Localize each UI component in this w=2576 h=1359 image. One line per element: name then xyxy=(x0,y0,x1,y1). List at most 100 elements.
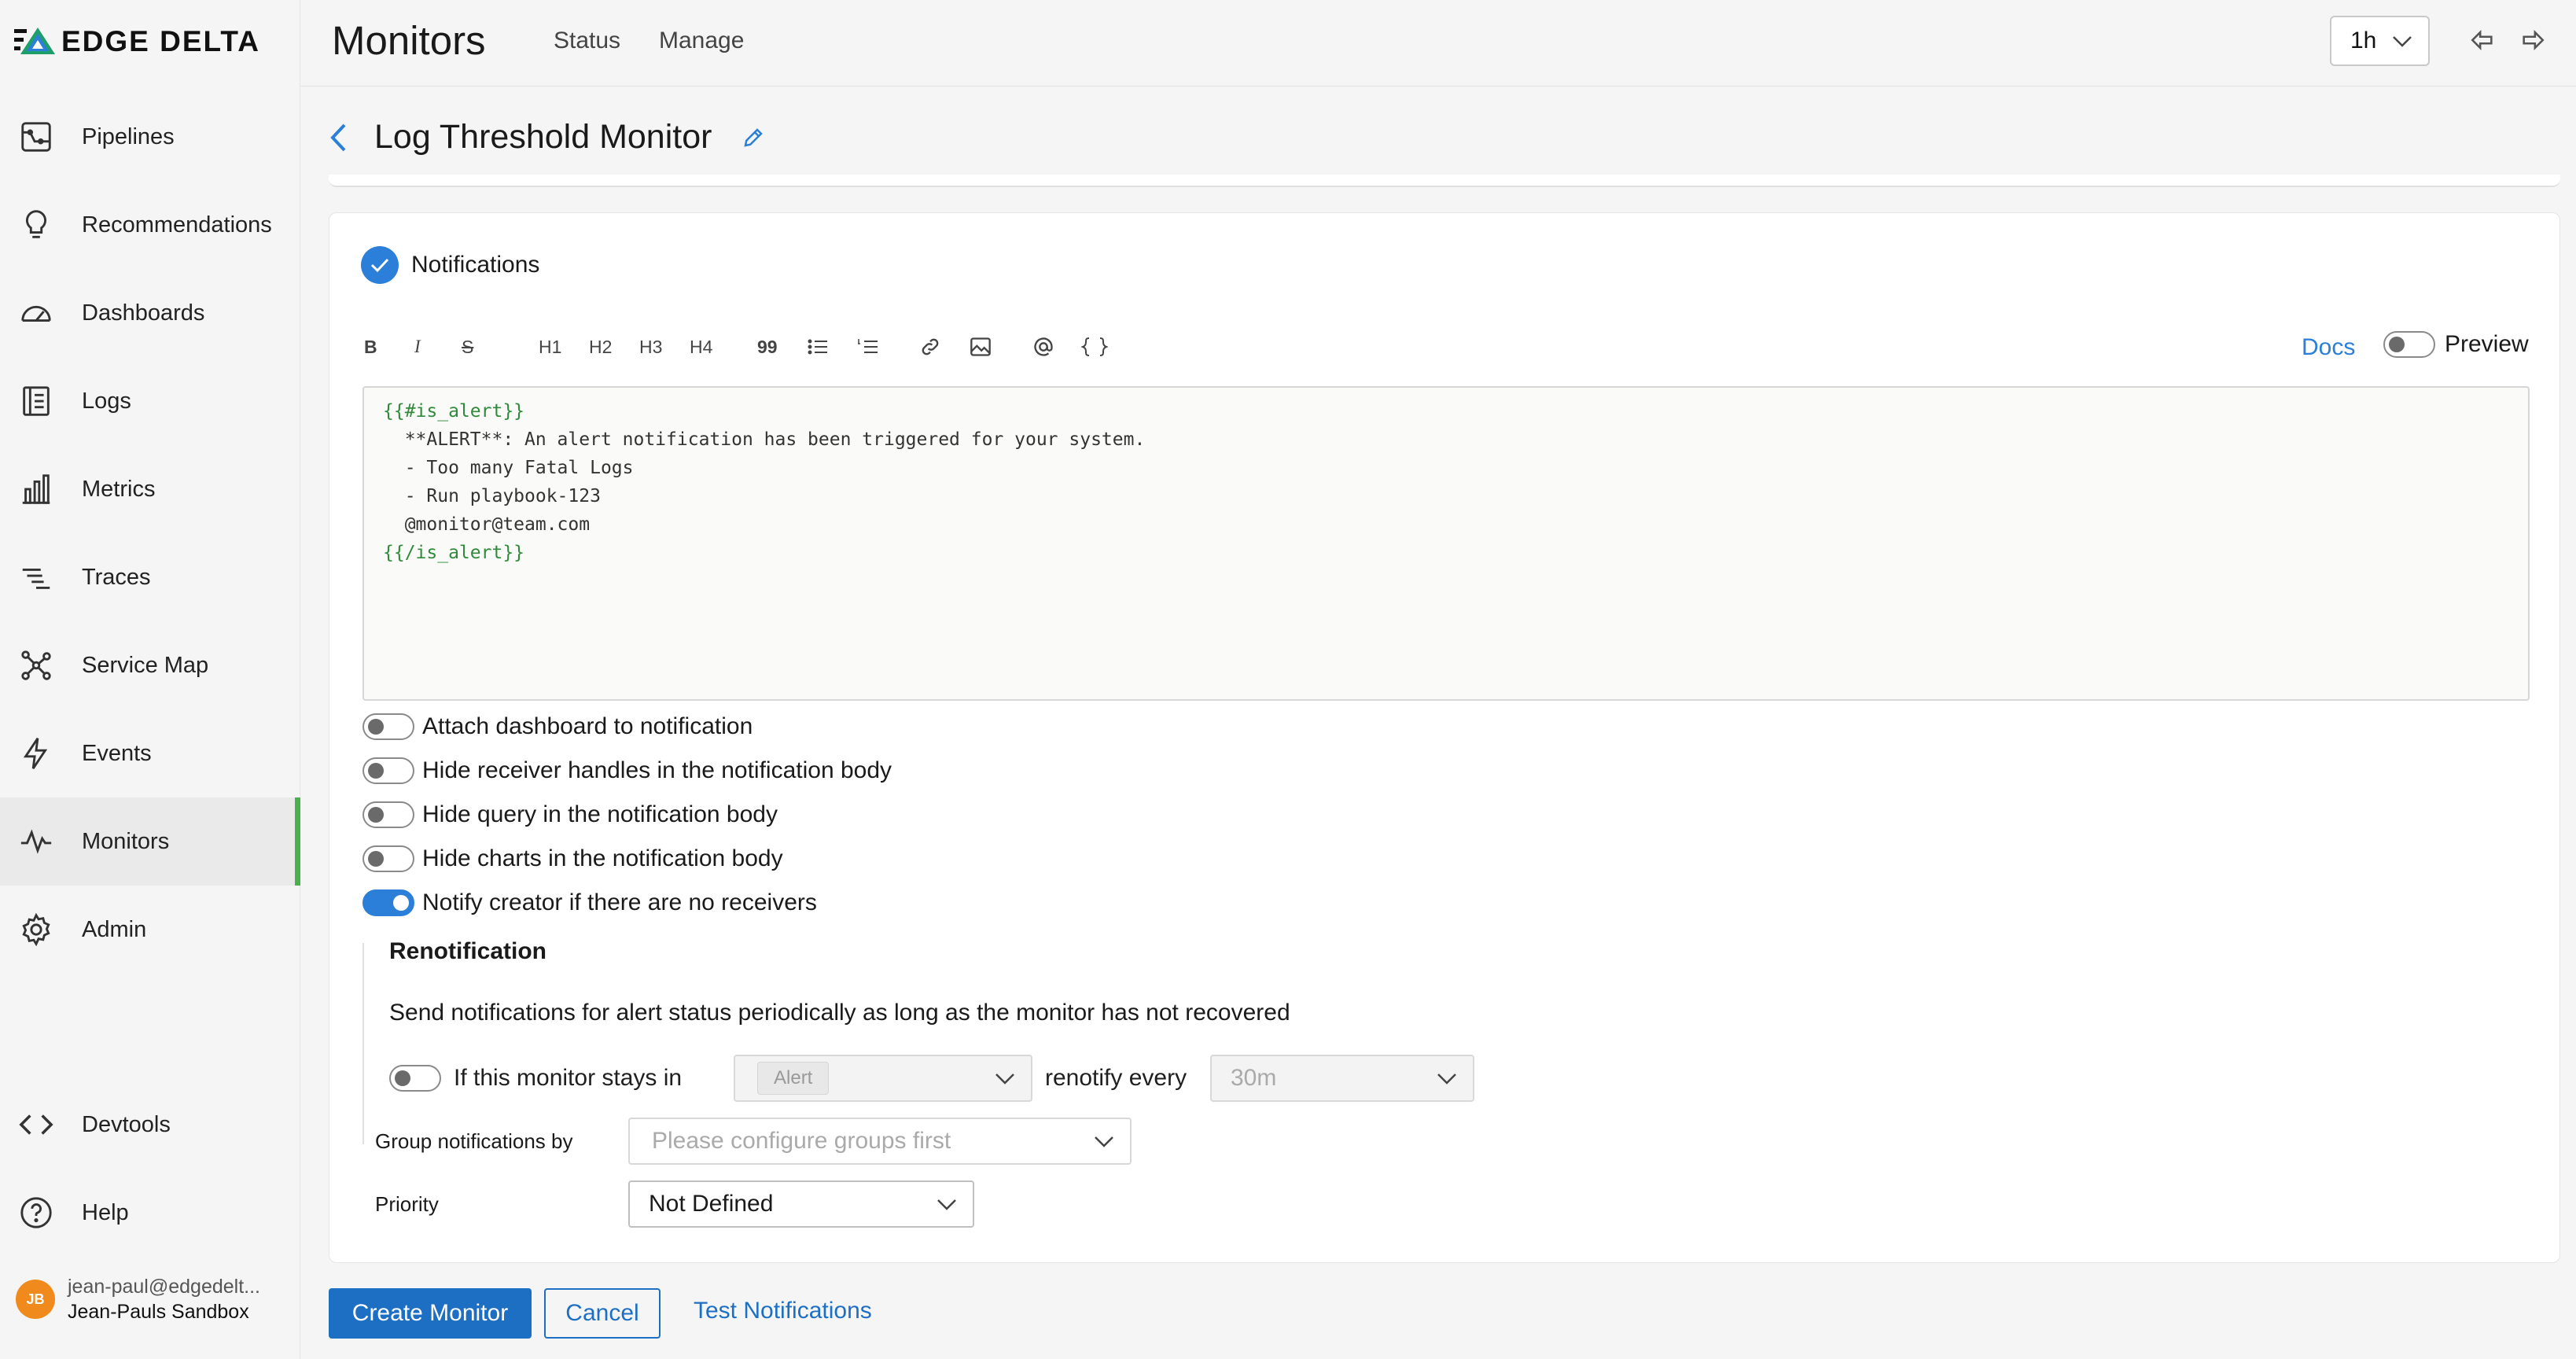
editor-line: **ALERT**: An alert notification has bee… xyxy=(383,429,1146,450)
sidebar-item-events[interactable]: Events xyxy=(0,709,300,797)
pulse-icon xyxy=(17,823,55,860)
chevron-down-icon xyxy=(1437,1074,1456,1085)
sidebar-item-service-map[interactable]: Service Map xyxy=(0,621,300,709)
sidebar-item-admin[interactable]: Admin xyxy=(0,886,300,974)
bold-button[interactable]: B xyxy=(364,331,377,363)
tab-manage[interactable]: Manage xyxy=(659,28,744,54)
option-notify-creator: Notify creator if there are no receivers xyxy=(362,889,817,916)
docs-link[interactable]: Docs xyxy=(2302,334,2355,361)
gear-icon xyxy=(17,911,55,948)
renotify-interval-select[interactable]: 30m xyxy=(1210,1055,1474,1102)
sidebar-item-devtools[interactable]: Devtools xyxy=(0,1081,300,1169)
chevron-down-icon xyxy=(937,1199,956,1210)
notifications-card: Notifications B I S H1 H2 H3 H4 99 Docs xyxy=(329,212,2560,1263)
preview-toggle-group: Preview xyxy=(2383,331,2529,358)
group-by-select[interactable]: Please configure groups first xyxy=(628,1118,1132,1165)
mention-icon[interactable] xyxy=(1032,331,1054,363)
option-label: Hide receiver handles in the notificatio… xyxy=(422,757,892,783)
time-range-select[interactable]: 1h xyxy=(2330,16,2430,66)
sidebar-item-label: Devtools xyxy=(82,1111,171,1137)
option-hide-charts: Hide charts in the notification body xyxy=(362,845,783,872)
option-label: Hide charts in the notification body xyxy=(422,845,783,871)
cancel-button[interactable]: Cancel xyxy=(544,1288,661,1339)
priority-value: Not Defined xyxy=(649,1191,774,1217)
hide-query-toggle[interactable] xyxy=(362,801,414,828)
renotify-toggle[interactable] xyxy=(389,1065,441,1092)
image-icon[interactable] xyxy=(970,331,992,363)
sidebar-item-label: Events xyxy=(82,740,152,766)
priority-label: Priority xyxy=(375,1191,439,1216)
code-icon xyxy=(17,1106,55,1144)
option-hide-receiver-handles: Hide receiver handles in the notificatio… xyxy=(362,757,892,784)
alert-state-select[interactable]: Alert xyxy=(734,1055,1032,1102)
check-circle-icon xyxy=(361,246,399,284)
sidebar-item-traces[interactable]: Traces xyxy=(0,533,300,621)
editor-line: - Run playbook-123 xyxy=(383,486,601,506)
sidebar-item-metrics[interactable]: Metrics xyxy=(0,445,300,533)
sidebar-item-label: Dashboards xyxy=(82,300,205,326)
sidebar-item-monitors[interactable]: Monitors xyxy=(0,797,300,886)
sidebar-item-recommendations[interactable]: Recommendations xyxy=(0,181,300,269)
sidebar-item-label: Metrics xyxy=(82,476,156,502)
sidebar-item-label: Monitors xyxy=(82,828,170,854)
bar-chart-icon xyxy=(17,470,55,508)
notification-message-editor[interactable]: {{#is_alert}} **ALERT**: An alert notifi… xyxy=(362,386,2530,701)
service-map-icon xyxy=(17,646,55,684)
preview-toggle[interactable] xyxy=(2383,331,2435,358)
user-profile[interactable]: JB jean-paul@edgedelt... Jean-Pauls Sand… xyxy=(16,1274,260,1324)
numbered-list-icon[interactable] xyxy=(856,331,878,363)
priority-select[interactable]: Not Defined xyxy=(628,1180,974,1228)
link-icon[interactable] xyxy=(919,331,941,363)
heading3-button[interactable]: H3 xyxy=(639,331,662,363)
hide-receiver-handles-toggle[interactable] xyxy=(362,757,414,784)
traces-icon xyxy=(17,558,55,596)
preview-label: Preview xyxy=(2445,331,2529,357)
renotify-every-label: renotify every xyxy=(1045,1065,1187,1091)
renotification-description: Send notifications for alert status peri… xyxy=(389,1000,1290,1026)
pipeline-icon xyxy=(17,118,55,156)
create-monitor-button[interactable]: Create Monitor xyxy=(329,1288,532,1339)
editor-line: - Too many Fatal Logs xyxy=(383,458,634,478)
stays-in-label: If this monitor stays in xyxy=(454,1065,683,1091)
sidebar-item-pipelines[interactable]: Pipelines xyxy=(0,93,300,181)
sidebar-item-label: Logs xyxy=(82,388,131,414)
hide-charts-toggle[interactable] xyxy=(362,845,414,872)
alert-state-chip: Alert xyxy=(757,1062,830,1095)
attach-dashboard-toggle[interactable] xyxy=(362,713,414,740)
code-braces-icon[interactable] xyxy=(1081,331,1108,363)
gauge-icon xyxy=(17,294,55,332)
renotification-title: Renotification xyxy=(389,938,546,964)
editor-line: {{#is_alert}} xyxy=(383,401,525,422)
editor-line: @monitor@team.com xyxy=(383,514,591,535)
notify-creator-toggle[interactable] xyxy=(362,889,414,916)
sidebar-item-logs[interactable]: Logs xyxy=(0,357,300,445)
option-hide-query: Hide query in the notification body xyxy=(362,801,778,828)
heading2-button[interactable]: H2 xyxy=(589,331,612,363)
back-arrow-icon[interactable] xyxy=(2469,27,2496,53)
test-notifications-button[interactable]: Test Notifications xyxy=(694,1298,872,1324)
interval-value: 30m xyxy=(1231,1065,1277,1091)
italic-button[interactable]: I xyxy=(414,331,421,363)
bullet-list-icon[interactable] xyxy=(808,331,828,363)
lightning-icon xyxy=(17,735,55,772)
group-label: Group notifications by xyxy=(375,1129,573,1153)
logs-icon xyxy=(17,382,55,420)
pencil-icon[interactable] xyxy=(742,126,765,149)
sidebar-item-dashboards[interactable]: Dashboards xyxy=(0,269,300,357)
heading4-button[interactable]: H4 xyxy=(690,331,712,363)
sidebar-item-help[interactable]: Help xyxy=(0,1169,300,1257)
edge-delta-logo[interactable]: EDGE DELTA xyxy=(14,22,260,61)
top-bar: Monitors Status Manage 1h xyxy=(300,0,2576,87)
notifications-title: Notifications xyxy=(411,252,540,278)
group-notifications-row: Group notifications by Please configure … xyxy=(375,1118,1132,1165)
monitor-header: Log Threshold Monitor xyxy=(329,118,765,157)
renotification-section: Renotification Send notifications for al… xyxy=(362,938,1474,1144)
quote-button[interactable]: 99 xyxy=(757,331,778,363)
strikethrough-button[interactable]: S xyxy=(462,331,473,363)
time-range-value: 1h xyxy=(2350,28,2377,53)
forward-arrow-icon[interactable] xyxy=(2519,27,2546,53)
heading1-button[interactable]: H1 xyxy=(539,331,561,363)
chevron-down-icon xyxy=(995,1074,1014,1085)
tab-status[interactable]: Status xyxy=(554,28,620,54)
back-chevron-icon[interactable] xyxy=(329,122,348,153)
